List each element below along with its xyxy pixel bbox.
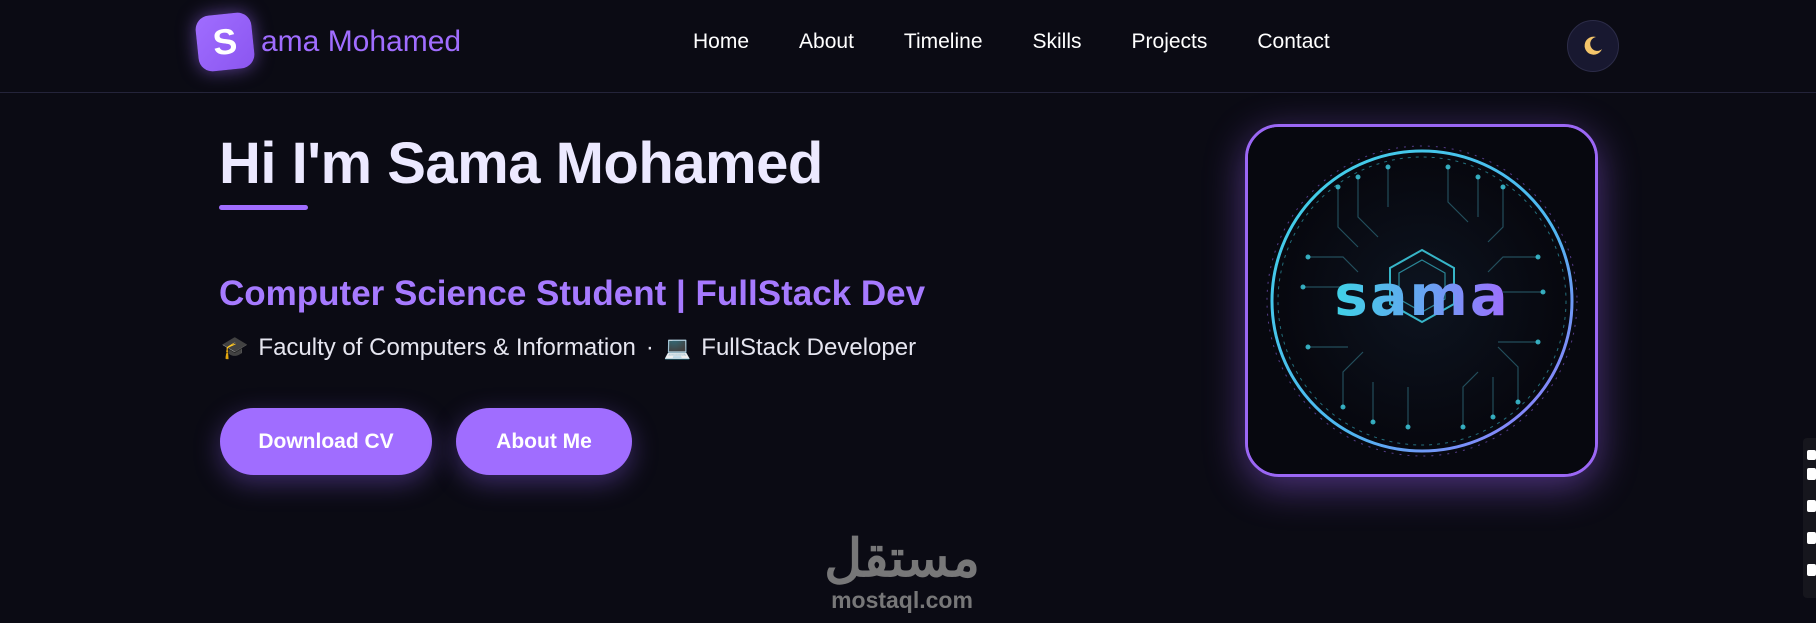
download-cv-button[interactable]: Download CV xyxy=(220,408,432,475)
nav-link-timeline[interactable]: Timeline xyxy=(904,30,983,54)
watermark: مستقل mostaql.com xyxy=(812,533,992,614)
navbar: S ama Mohamed Home About Timeline Skills… xyxy=(0,0,1816,93)
watermark-arabic: مستقل xyxy=(824,530,980,588)
nav-link-home[interactable]: Home xyxy=(693,30,749,54)
toolbar-icon[interactable] xyxy=(1807,564,1816,576)
hero-subtitle: Computer Science Student | FullStack Dev xyxy=(219,274,926,313)
toolbar-icon[interactable] xyxy=(1807,450,1816,460)
toolbar-icon[interactable] xyxy=(1807,500,1816,512)
laptop-icon: 💻 xyxy=(663,335,692,360)
title-underline xyxy=(219,205,308,210)
logo-text: ama Mohamed xyxy=(261,25,462,58)
site-logo[interactable]: S ama Mohamed xyxy=(194,11,462,73)
about-me-button[interactable]: About Me xyxy=(456,408,632,475)
profile-logo-text: sama xyxy=(1334,264,1509,329)
watermark-latin: mostaql.com xyxy=(831,587,973,613)
info-separator: · xyxy=(645,334,654,361)
theme-toggle-button[interactable] xyxy=(1567,20,1619,72)
hero-info-line: 🎓 Faculty of Computers & Information · 💻… xyxy=(221,334,916,362)
profile-image-card: sama xyxy=(1245,124,1598,477)
hero-title: Hi I'm Sama Mohamed xyxy=(219,131,823,196)
toolbar-icon[interactable] xyxy=(1807,468,1816,480)
nav-link-contact[interactable]: Contact xyxy=(1257,30,1329,54)
side-toolbar[interactable] xyxy=(1803,438,1816,598)
nav-link-about[interactable]: About xyxy=(799,30,854,54)
moon-icon xyxy=(1584,36,1602,55)
nav-links: Home About Timeline Skills Projects Cont… xyxy=(693,30,1330,54)
profile-logo-image: sama xyxy=(1248,127,1595,474)
toolbar-icon[interactable] xyxy=(1807,532,1816,544)
nav-link-projects[interactable]: Projects xyxy=(1132,30,1208,54)
graduation-cap-icon: 🎓 xyxy=(221,335,249,360)
logo-badge: S xyxy=(194,11,256,73)
nav-link-skills[interactable]: Skills xyxy=(1033,30,1082,54)
faculty-text: Faculty of Computers & Information xyxy=(258,334,636,361)
role-text: FullStack Developer xyxy=(701,334,917,361)
